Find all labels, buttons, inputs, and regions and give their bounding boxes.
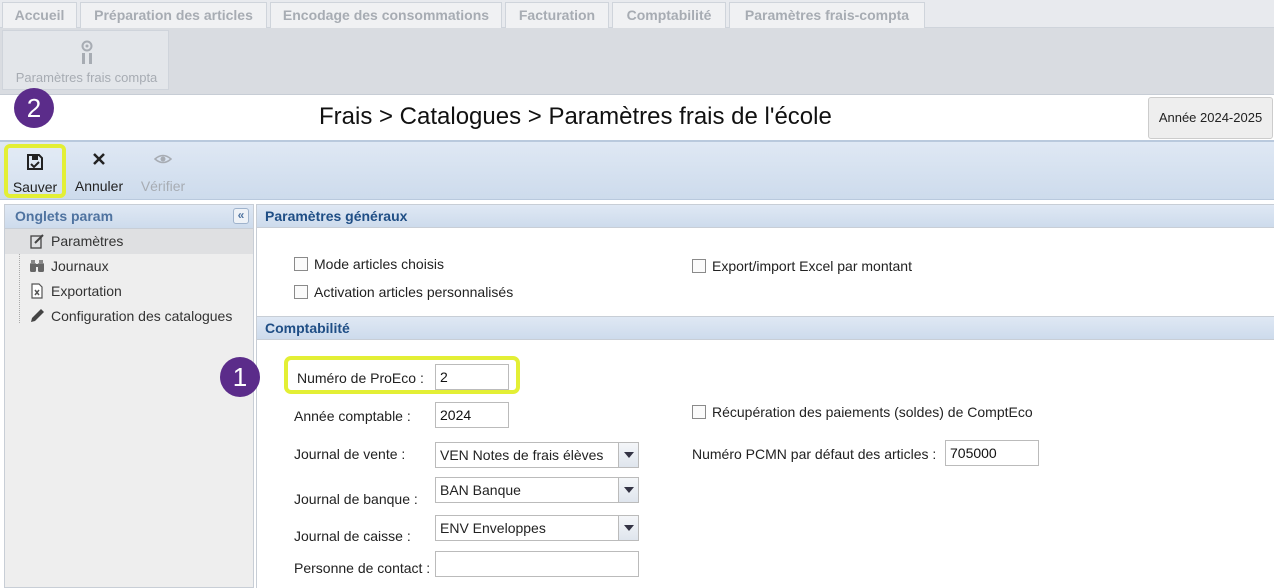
journal-caisse-dropdown-arrow[interactable] xyxy=(618,516,638,540)
journal-vente-select[interactable]: VEN Notes de frais élèves xyxy=(435,442,639,468)
verify-button[interactable]: Vérifier xyxy=(134,142,192,200)
tab-encodage-consommations[interactable]: Encodage des consommations xyxy=(270,2,502,28)
breadcrumb: Frais > Catalogues > Paramètres frais de… xyxy=(319,103,832,130)
sidebar-item-parametres[interactable]: Paramètres xyxy=(5,229,253,254)
journal-caisse-value: ENV Enveloppes xyxy=(440,520,546,536)
ribbon: Paramètres frais compta xyxy=(0,28,1274,94)
chevron-down-icon xyxy=(624,525,634,531)
sidebar-item-journaux[interactable]: Journaux xyxy=(5,254,253,279)
medal-icon xyxy=(81,40,93,64)
mode-articles-checkbox[interactable] xyxy=(294,257,308,271)
step-badge-2: 2 xyxy=(14,88,54,128)
sidebar-item-label: Journaux xyxy=(51,258,109,274)
section-parametres-generaux: Paramètres généraux xyxy=(257,204,1274,228)
journal-caisse-label: Journal de caisse : xyxy=(294,528,411,544)
export-excel-label: Export/import Excel par montant xyxy=(712,258,912,274)
sidebar: Onglets param « Paramètres Journaux Expo… xyxy=(4,204,254,588)
toolbar: Sauver Annuler Vérifier xyxy=(0,142,1274,200)
sidebar-header: Onglets param « xyxy=(5,205,253,229)
pcmn-input[interactable] xyxy=(945,440,1039,466)
journal-banque-label: Journal de banque : xyxy=(294,491,418,507)
pencil-icon xyxy=(31,309,44,322)
section-comptabilite: Comptabilité xyxy=(257,316,1274,340)
sidebar-item-label: Paramètres xyxy=(51,233,124,249)
step-badge-1: 1 xyxy=(220,357,260,397)
journal-vente-label: Journal de vente : xyxy=(294,446,406,462)
eye-icon xyxy=(154,154,172,164)
export-excel-checkbox[interactable] xyxy=(692,259,706,273)
cancel-button[interactable]: Annuler xyxy=(70,142,128,200)
close-icon xyxy=(93,153,105,165)
recuperation-paiements-checkbox[interactable] xyxy=(692,405,706,419)
top-tab-bar: Accueil Préparation des articles Encodag… xyxy=(0,0,1274,28)
sidebar-title: Onglets param xyxy=(15,208,114,224)
activation-articles-checkbox-row[interactable]: Activation articles personnalisés xyxy=(294,284,513,300)
recuperation-paiements-checkbox-row[interactable]: Récupération des paiements (soldes) de C… xyxy=(692,404,1033,420)
mode-articles-label: Mode articles choisis xyxy=(314,256,444,272)
tab-comptabilite[interactable]: Comptabilité xyxy=(612,2,726,28)
sidebar-item-configuration-catalogues[interactable]: Configuration des catalogues xyxy=(5,304,253,329)
title-bar: Frais > Catalogues > Paramètres frais de… xyxy=(0,94,1274,142)
parametres-frais-compta-button[interactable]: Paramètres frais compta xyxy=(2,30,169,90)
sidebar-item-label: Configuration des catalogues xyxy=(51,308,233,324)
tab-facturation[interactable]: Facturation xyxy=(505,2,609,28)
collapse-sidebar-button[interactable]: « xyxy=(233,208,249,224)
tab-preparation-articles[interactable]: Préparation des articles xyxy=(80,2,267,28)
sidebar-item-exportation[interactable]: Exportation xyxy=(5,279,253,304)
save-icon xyxy=(27,154,43,170)
chevron-down-icon xyxy=(624,487,634,493)
journal-vente-dropdown-arrow[interactable] xyxy=(618,443,638,467)
edit-note-icon xyxy=(30,234,44,249)
export-excel-checkbox-row[interactable]: Export/import Excel par montant xyxy=(692,258,912,274)
recuperation-paiements-label: Récupération des paiements (soldes) de C… xyxy=(712,404,1033,420)
journal-vente-value: VEN Notes de frais élèves xyxy=(440,447,604,463)
journal-caisse-select[interactable]: ENV Enveloppes xyxy=(435,515,639,541)
proeco-input[interactable] xyxy=(435,364,509,390)
chevron-down-icon xyxy=(624,452,634,458)
verify-button-label: Vérifier xyxy=(140,178,186,194)
sidebar-item-label: Exportation xyxy=(51,283,122,299)
mode-articles-checkbox-row[interactable]: Mode articles choisis xyxy=(294,256,444,272)
year-selector-button[interactable]: Année 2024-2025 xyxy=(1148,97,1273,139)
binoculars-icon xyxy=(30,260,44,272)
ribbon-button-label: Paramètres frais compta xyxy=(15,70,158,85)
activation-articles-checkbox[interactable] xyxy=(294,285,308,299)
tab-accueil[interactable]: Accueil xyxy=(2,2,77,28)
main-panel: Paramètres généraux Mode articles choisi… xyxy=(256,204,1274,588)
save-button[interactable]: Sauver xyxy=(4,144,66,198)
journal-banque-value: BAN Banque xyxy=(440,482,521,498)
activation-articles-label: Activation articles personnalisés xyxy=(314,284,514,300)
proeco-label: Numéro de ProEco : xyxy=(297,370,424,386)
save-button-label: Sauver xyxy=(12,179,58,195)
annee-comptable-input[interactable] xyxy=(435,402,509,428)
excel-file-icon xyxy=(31,283,43,299)
personne-contact-label: Personne de contact : xyxy=(294,560,431,576)
annee-comptable-label: Année comptable : xyxy=(294,408,411,424)
pcmn-label: Numéro PCMN par défaut des articles : xyxy=(692,446,937,462)
tab-parametres-frais-compta[interactable]: Paramètres frais-compta xyxy=(729,2,925,28)
journal-banque-dropdown-arrow[interactable] xyxy=(618,478,638,502)
personne-contact-input[interactable] xyxy=(435,551,639,577)
journal-banque-select[interactable]: BAN Banque xyxy=(435,477,639,503)
cancel-button-label: Annuler xyxy=(74,178,124,194)
